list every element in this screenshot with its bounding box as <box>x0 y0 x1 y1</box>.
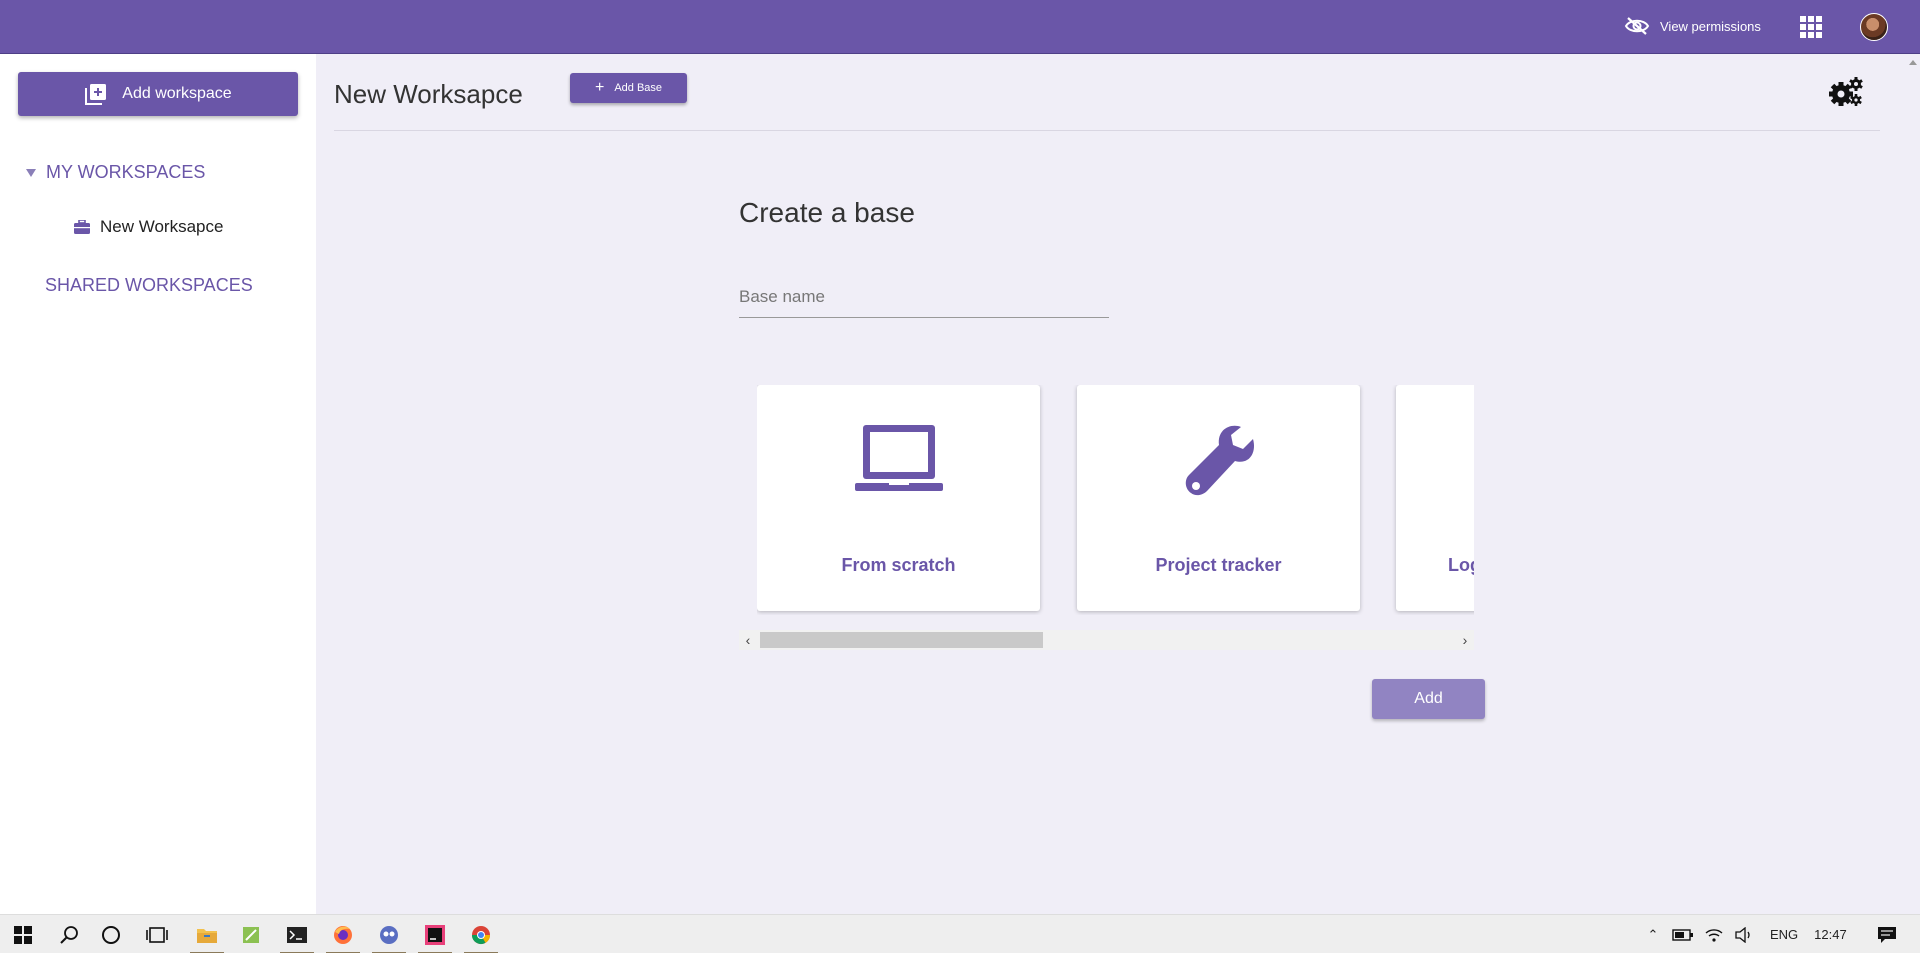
workspace-label: New Worksapce <box>100 217 224 236</box>
top-app-bar: View permissions <box>0 0 1920 54</box>
laptop-icon <box>854 425 943 491</box>
search-icon[interactable] <box>46 915 92 953</box>
page-title: New Worksapce <box>334 79 523 109</box>
eye-off-icon <box>1624 17 1650 35</box>
cortana-icon[interactable] <box>88 915 134 953</box>
scrollbar-thumb[interactable] <box>760 632 1043 648</box>
plus-icon: + <box>594 79 605 96</box>
notepad-icon[interactable] <box>228 915 274 953</box>
scroll-right-icon[interactable]: › <box>1456 630 1474 650</box>
template-card-log[interactable]: Log <box>1396 385 1474 611</box>
add-workspace-label: Add workspace <box>122 85 232 102</box>
my-workspaces-toggle[interactable]: MY WORKSPACES <box>26 162 205 183</box>
db-tool-icon[interactable] <box>366 915 412 953</box>
chrome-icon[interactable] <box>458 915 504 953</box>
add-base-button[interactable]: + Add Base <box>570 73 687 103</box>
battery-icon[interactable] <box>1672 928 1694 942</box>
template-label: Log <box>1448 555 1474 575</box>
template-carousel: From scratch Project tracker Log <box>757 385 1474 615</box>
terminal-icon[interactable] <box>274 915 320 953</box>
carousel-scrollbar[interactable]: ‹ › <box>739 630 1474 650</box>
sidebar-item-workspace[interactable]: New Worksapce <box>74 217 223 237</box>
create-base-title: Create a base <box>739 197 915 228</box>
wifi-icon[interactable] <box>1704 927 1724 943</box>
add-box-icon <box>85 84 107 105</box>
wrench-icon <box>1185 425 1254 496</box>
briefcase-icon <box>74 220 90 234</box>
shared-workspaces-link[interactable]: SHARED WORKSPACES <box>45 275 253 296</box>
scroll-left-icon[interactable]: ‹ <box>739 630 757 650</box>
main-content: New Worksapce + Add Base Create a base B… <box>316 54 1920 914</box>
header-divider <box>334 130 1880 131</box>
clock[interactable]: 12:47 <box>1814 927 1847 942</box>
caret-down-icon <box>26 168 36 177</box>
system-tray: ⌃ ENG 12:47 <box>1640 915 1897 953</box>
file-explorer-icon[interactable] <box>184 915 230 953</box>
windows-start-icon[interactable] <box>0 915 46 953</box>
ide-icon[interactable] <box>412 915 458 953</box>
view-permissions-button[interactable]: View permissions <box>1624 13 1761 39</box>
notifications-icon[interactable] <box>1877 926 1897 944</box>
firefox-icon[interactable] <box>320 915 366 953</box>
scroll-up-icon[interactable] <box>1909 60 1917 65</box>
page-scrollbar[interactable] <box>1905 54 1920 914</box>
task-view-icon[interactable] <box>134 915 180 953</box>
add-button[interactable]: Add <box>1372 679 1485 719</box>
os-taskbar: ⌃ ENG 12:47 <box>0 914 1920 953</box>
add-workspace-button[interactable]: Add workspace <box>18 72 298 116</box>
template-label: Project tracker <box>1155 555 1282 575</box>
template-card-from-scratch[interactable]: From scratch <box>757 385 1040 611</box>
template-card-project-tracker[interactable]: Project tracker <box>1077 385 1360 611</box>
user-avatar[interactable] <box>1860 13 1888 41</box>
sidebar: Add workspace MY WORKSPACES New Worksapc… <box>0 54 316 914</box>
chevron-up-icon[interactable]: ⌃ <box>1640 927 1666 943</box>
volume-icon[interactable] <box>1734 926 1754 943</box>
template-label: From scratch <box>841 555 956 575</box>
base-name-input[interactable] <box>739 276 1109 318</box>
view-permissions-label: View permissions <box>1660 18 1761 34</box>
settings-gears-icon[interactable] <box>1828 76 1864 108</box>
my-workspaces-label: MY WORKSPACES <box>46 162 206 182</box>
add-base-label: Add Base <box>614 82 663 94</box>
language-indicator[interactable]: ENG <box>1770 927 1798 942</box>
apps-grid-icon[interactable] <box>1800 16 1822 38</box>
